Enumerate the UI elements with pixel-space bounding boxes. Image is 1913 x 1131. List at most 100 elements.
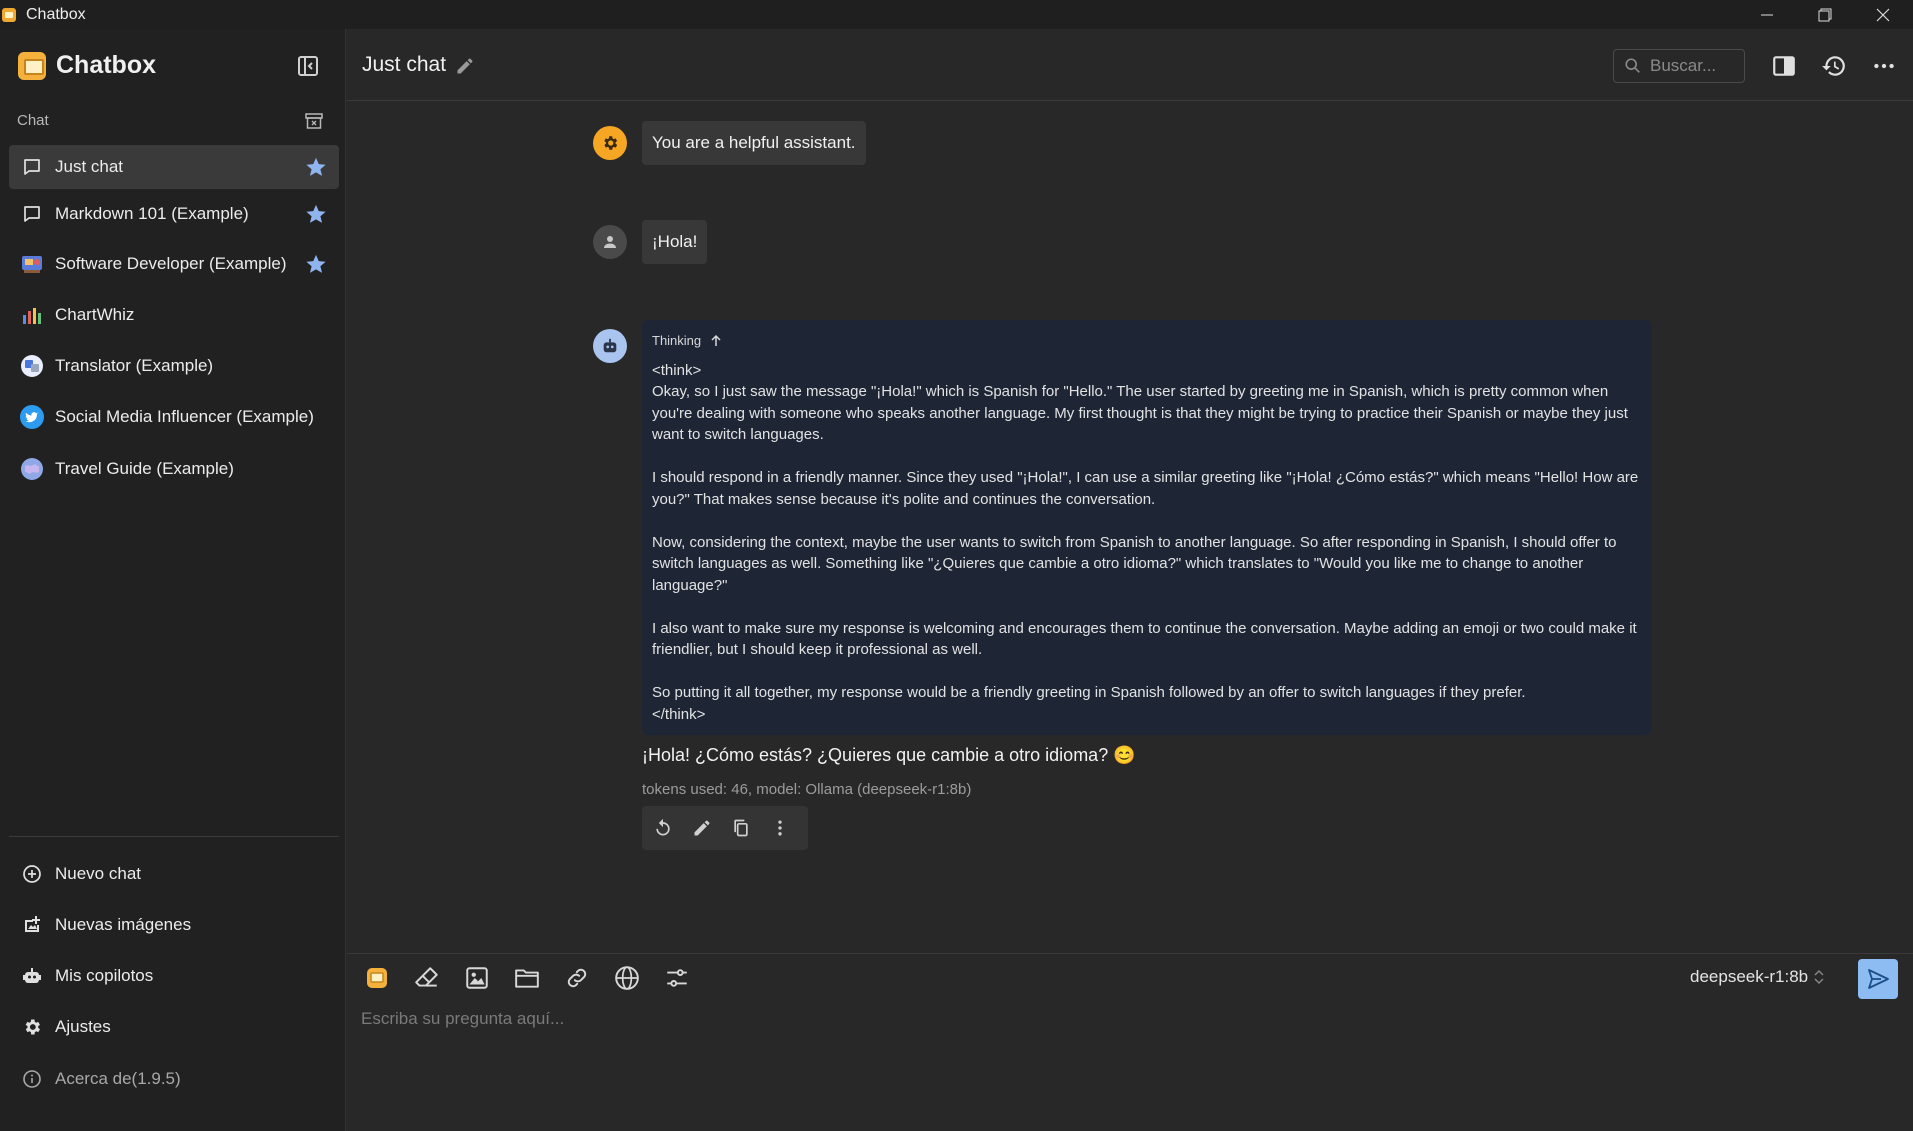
system-message: You are a helpful assistant. (642, 121, 866, 165)
attach-file-button[interactable] (514, 965, 540, 991)
refresh-icon (656, 818, 670, 836)
about-button[interactable]: Acerca de(1.9.5) (9, 1057, 339, 1101)
thinking-paragraph: I should respond in a friendly manner. S… (652, 469, 1639, 508)
more-horizontal-icon (1874, 63, 1894, 69)
chat-item-social-media[interactable]: Social Media Influencer (Example) (9, 395, 339, 439)
star-icon[interactable] (305, 203, 327, 225)
close-button[interactable] (1854, 0, 1912, 29)
restore-button[interactable] (1796, 0, 1854, 29)
chat-settings-button[interactable] (664, 965, 690, 991)
user-message: ¡Hola! (642, 220, 708, 264)
chat-header: Just chat (347, 29, 1913, 101)
clear-context-button[interactable] (414, 965, 440, 991)
globe-avatar-icon (20, 457, 44, 481)
model-selector[interactable]: deepseek-r1:8b (1690, 967, 1825, 987)
minimize-button[interactable] (1738, 0, 1796, 29)
person-icon (604, 236, 616, 248)
think-open-tag: <think> (652, 361, 702, 379)
about-label: Acerca de(1.9.5) (55, 1069, 181, 1088)
message-more-button[interactable] (769, 816, 791, 840)
send-icon (1868, 969, 1889, 989)
thinking-paragraph: Okay, so I just saw the message "¡Hola!"… (652, 383, 1628, 443)
chart-avatar-icon (20, 303, 44, 327)
collapse-sidebar-icon (298, 56, 318, 76)
thinking-toggle[interactable]: Thinking (652, 330, 1642, 352)
thinking-label: Thinking (652, 333, 702, 348)
folder-icon (515, 969, 539, 988)
sidebar-divider (9, 836, 339, 837)
link-icon (567, 968, 587, 988)
arrow-up-icon (711, 334, 721, 346)
system-avatar (593, 126, 627, 160)
thinking-paragraph: I also want to make sure my response is … (652, 619, 1637, 659)
new-images-button[interactable]: Nuevas imágenes (9, 903, 339, 947)
gear-icon (604, 136, 618, 150)
pencil-icon (457, 58, 473, 74)
window-title: Chatbox (26, 5, 86, 23)
chat-item-label: Translator (Example) (55, 356, 214, 375)
chat-item-label: Just chat (55, 157, 124, 176)
gear-icon (20, 1015, 44, 1039)
chat-item-travel-guide[interactable]: Travel Guide (Example) (9, 447, 339, 491)
page-title: Just chat (362, 53, 447, 76)
assistant-avatar (593, 329, 627, 363)
chat-bubble-icon (20, 155, 44, 179)
chat-item-label: ChartWhiz (55, 305, 135, 324)
chat-item-chartwhiz[interactable]: ChartWhiz (9, 293, 339, 337)
user-avatar (593, 225, 627, 259)
chat-item-markdown-101[interactable]: Markdown 101 (Example) (9, 192, 339, 236)
assistant-answer: ¡Hola! ¿Cómo estás? ¿Quieres que cambie … (642, 745, 1136, 765)
robot-icon (20, 964, 44, 988)
my-copilots-button[interactable]: Mis copilotos (9, 954, 339, 998)
attach-link-button[interactable] (564, 965, 590, 991)
copy-button[interactable] (730, 816, 752, 840)
globe-icon (615, 966, 639, 990)
more-options-button[interactable] (1871, 53, 1897, 79)
chatbox-logo-icon (18, 51, 46, 80)
model-name: deepseek-r1:8b (1690, 967, 1809, 986)
send-button[interactable] (1858, 959, 1898, 999)
think-close-tag: </think> (652, 705, 706, 723)
edit-title-button[interactable] (455, 56, 475, 76)
edit-message-button[interactable] (691, 816, 713, 840)
restore-icon (1818, 8, 1832, 21)
regenerate-button[interactable] (652, 816, 674, 840)
thinking-paragraph: So putting it all together, my response … (652, 684, 1526, 701)
thinking-block: Thinking <think> Okay, so I just saw the… (642, 320, 1652, 735)
developer-avatar-icon (20, 252, 44, 276)
robot-icon (603, 338, 617, 353)
add-circle-icon (20, 862, 44, 886)
add-image-icon (20, 913, 44, 937)
settings-button[interactable]: Ajustes (9, 1005, 339, 1049)
toggle-panel-button[interactable] (1771, 53, 1797, 79)
history-button[interactable] (1821, 53, 1847, 79)
image-icon (466, 967, 488, 989)
attach-image-button[interactable] (464, 965, 490, 991)
star-icon[interactable] (305, 253, 327, 275)
search-input[interactable] (1650, 56, 1740, 76)
chat-item-just-chat[interactable]: Just chat (9, 145, 339, 189)
new-images-label: Nuevas imágenes (55, 915, 192, 934)
new-chat-button[interactable]: Nuevo chat (9, 852, 339, 896)
message-actions (642, 806, 808, 850)
web-browsing-button[interactable] (614, 965, 640, 991)
more-vertical-icon (778, 820, 782, 836)
chat-item-label: Markdown 101 (Example) (55, 204, 249, 223)
copilot-selector-button[interactable] (364, 965, 390, 991)
message-meta: tokens used: 46, model: Ollama (deepseek… (642, 781, 972, 798)
message-input[interactable] (361, 1009, 1861, 1029)
brand: Chatbox (18, 51, 156, 80)
search-box[interactable] (1613, 49, 1745, 83)
archive-chats-button[interactable] (304, 111, 324, 131)
chat-item-label: Social Media Influencer (Example) (55, 407, 314, 426)
chat-item-translator[interactable]: Translator (Example) (9, 344, 339, 388)
copy-icon (734, 819, 748, 837)
chatbox-logo-icon (367, 968, 387, 988)
collapse-sidebar-button[interactable] (296, 54, 320, 78)
info-icon (20, 1067, 44, 1091)
star-icon[interactable] (305, 156, 327, 178)
chat-item-software-developer[interactable]: Software Developer (Example) (9, 242, 339, 286)
search-icon (1625, 58, 1640, 73)
pencil-icon (694, 820, 710, 836)
sidebar: Chatbox Chat Just chat Markdown 101 (Exa… (0, 29, 346, 1131)
